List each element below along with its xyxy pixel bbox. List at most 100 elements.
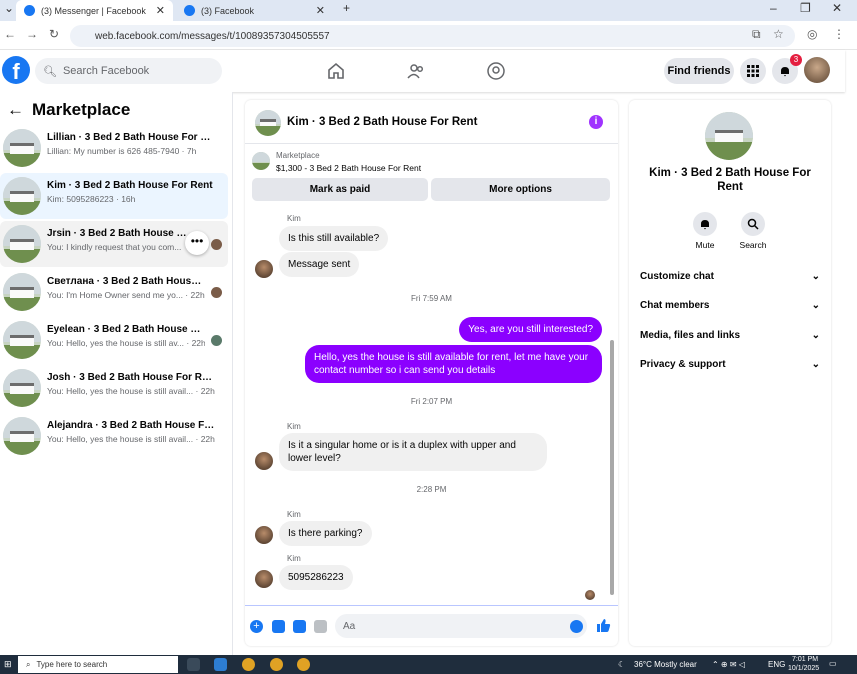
- chat-panel: Kim · 3 Bed 2 Bath House For Rent i Mark…: [245, 100, 618, 646]
- close-tab-icon[interactable]: ✕: [156, 4, 165, 17]
- info-icon[interactable]: i: [589, 115, 603, 129]
- conversation-item-active[interactable]: Kim · 3 Bed 2 Bath House For Rent Kim: 5…: [0, 173, 228, 219]
- listing-thumbnail: [3, 417, 41, 455]
- chrome-icon[interactable]: [297, 658, 310, 671]
- taskbar-search-input[interactable]: ⌕ Type here to search: [18, 656, 178, 673]
- search-icon: ⌕: [26, 659, 31, 669]
- listing-thumbnail: [3, 273, 41, 311]
- facebook-favicon-icon: [184, 5, 195, 16]
- browser-tab-facebook[interactable]: (3) Facebook ✕: [176, 0, 333, 21]
- restore-icon[interactable]: ❐: [800, 1, 811, 15]
- groups-icon[interactable]: [486, 61, 506, 81]
- app-icon[interactable]: [214, 658, 227, 671]
- chat-title[interactable]: Kim · 3 Bed 2 Bath House For Rent: [287, 116, 477, 128]
- clock-time[interactable]: 7:01 PM: [792, 656, 818, 663]
- reload-icon[interactable]: ↻: [49, 27, 59, 41]
- marketplace-listing-row[interactable]: Marketplace $1,300 - 3 Bed 2 Bath House …: [252, 150, 612, 176]
- tab-search-icon[interactable]: ⌄: [4, 1, 14, 15]
- chrome-icon[interactable]: [270, 658, 283, 671]
- privacy-support-row[interactable]: Privacy & support ⌄: [640, 359, 820, 370]
- marketplace-label: Marketplace: [276, 151, 320, 160]
- mute-bell-icon[interactable]: [693, 212, 717, 236]
- close-tab-icon[interactable]: ✕: [316, 4, 325, 17]
- profile-icon[interactable]: ◎: [807, 27, 817, 41]
- weather-text[interactable]: 36°C Mostly clear: [634, 660, 697, 669]
- browser-tab-strip: ⌄ (3) Messenger | Facebook ✕ (3) Faceboo…: [0, 0, 857, 21]
- language-indicator[interactable]: ENG: [768, 660, 785, 669]
- search-label: Search: [739, 240, 767, 250]
- home-icon[interactable]: [326, 61, 346, 81]
- search-facebook-input[interactable]: 🔍︎ Search Facebook: [35, 58, 222, 84]
- conversation-item[interactable]: Lillian · 3 Bed 2 Bath House For Rent Li…: [0, 125, 228, 171]
- more-options-button[interactable]: •••: [185, 231, 209, 255]
- task-view-icon[interactable]: [187, 658, 200, 671]
- close-window-icon[interactable]: ✕: [832, 1, 842, 15]
- conversation-preview: Kim: 5095286223 · 16h: [47, 194, 136, 204]
- thumbs-up-icon[interactable]: [596, 618, 611, 633]
- conversation-title: Jrsin · 3 Bed 2 Bath House For R: [47, 228, 187, 239]
- sticker-icon[interactable]: [293, 620, 306, 633]
- incoming-message: 5095286223: [279, 565, 353, 590]
- taskbar-search-placeholder: Type here to search: [36, 660, 108, 669]
- conversation-item[interactable]: Jrsin · 3 Bed 2 Bath House For R You: I …: [0, 221, 228, 267]
- chat-scrollbar-thumb[interactable]: [610, 340, 614, 595]
- customize-chat-row[interactable]: Customize chat ⌄: [640, 271, 820, 282]
- minimize-icon[interactable]: –: [770, 1, 777, 15]
- facebook-favicon-icon: [24, 5, 35, 16]
- tray-icons[interactable]: ⌃ ⊕ ✉ ◁: [712, 660, 745, 669]
- facebook-logo-icon[interactable]: f: [2, 56, 30, 84]
- bookmark-star-icon[interactable]: ☆: [773, 27, 784, 41]
- browser-menu-icon[interactable]: ⋮: [833, 27, 845, 41]
- friends-icon[interactable]: [406, 61, 426, 81]
- timestamp: 2:28 PM: [416, 485, 447, 494]
- chevron-down-icon: ⌄: [811, 330, 820, 341]
- windows-start-icon[interactable]: ⊞: [4, 659, 12, 670]
- browser-tab-messenger[interactable]: (3) Messenger | Facebook ✕: [16, 0, 173, 21]
- back-arrow-icon[interactable]: ←: [7, 100, 24, 120]
- conversation-item[interactable]: Светлана · 3 Bed 2 Bath House ... You: I…: [0, 269, 228, 315]
- conversation-item[interactable]: Eyelean · 3 Bed 2 Bath House Fo... You: …: [0, 317, 228, 363]
- details-listing-thumbnail[interactable]: [705, 112, 753, 160]
- incoming-message: Is this still available?: [279, 226, 389, 251]
- notification-center-icon[interactable]: ▭: [829, 659, 837, 668]
- conversation-item[interactable]: Alejandra · 3 Bed 2 Bath House Fo... You…: [0, 413, 228, 459]
- kim-avatar[interactable]: [255, 570, 273, 588]
- find-friends-button[interactable]: Find friends: [664, 58, 734, 84]
- back-icon[interactable]: ←: [4, 27, 16, 41]
- sender-name: Kim: [287, 214, 301, 223]
- conversation-item[interactable]: Josh · 3 Bed 2 Bath House For Rent You: …: [0, 365, 228, 411]
- listing-price-title: $1,300 - 3 Bed 2 Bath House For Rent: [276, 163, 422, 173]
- emoji-icon[interactable]: [570, 620, 583, 633]
- photo-icon[interactable]: [272, 620, 285, 633]
- chat-members-row[interactable]: Chat members ⌄: [640, 300, 820, 311]
- seen-avatar: [211, 239, 222, 250]
- menu-grid-icon[interactable]: [740, 58, 766, 84]
- chrome-icon[interactable]: [242, 658, 255, 671]
- message-input[interactable]: Aa: [335, 614, 587, 638]
- weather-icon: ☾: [618, 660, 626, 669]
- clock-date[interactable]: 10/1/2025: [788, 665, 819, 672]
- gif-icon[interactable]: [314, 620, 327, 633]
- kim-avatar[interactable]: [255, 452, 273, 470]
- conversation-title: Lillian · 3 Bed 2 Bath House For Rent: [47, 132, 217, 143]
- media-files-links-row[interactable]: Media, files and links ⌄: [640, 330, 820, 341]
- tab-label: (3) Facebook: [201, 5, 255, 16]
- chat-listing-thumbnail[interactable]: [255, 110, 281, 136]
- chat-details-panel: Kim · 3 Bed 2 Bath House For Rent Mute S…: [629, 100, 831, 646]
- conversation-preview: You: Hello, yes the house is still avail…: [47, 386, 215, 396]
- sender-name: Kim: [287, 554, 301, 563]
- more-options-button[interactable]: More options: [431, 178, 610, 201]
- mark-as-paid-button[interactable]: Mark as paid: [252, 178, 428, 201]
- kim-avatar[interactable]: [255, 526, 273, 544]
- facebook-header: f 🔍︎ Search Facebook Find friends 3: [0, 50, 845, 92]
- notification-count-badge: 3: [790, 54, 802, 66]
- url-field[interactable]: web.facebook.com/messages/t/100893573045…: [70, 25, 795, 47]
- conversation-title: Светлана · 3 Bed 2 Bath House ...: [47, 276, 205, 287]
- install-app-icon[interactable]: ⧉: [752, 27, 761, 42]
- search-icon[interactable]: [741, 212, 765, 236]
- kim-avatar[interactable]: [255, 260, 273, 278]
- forward-icon[interactable]: →: [26, 27, 38, 41]
- plus-icon[interactable]: +: [250, 620, 263, 633]
- account-avatar[interactable]: [804, 57, 830, 83]
- new-tab-button[interactable]: +: [343, 1, 350, 15]
